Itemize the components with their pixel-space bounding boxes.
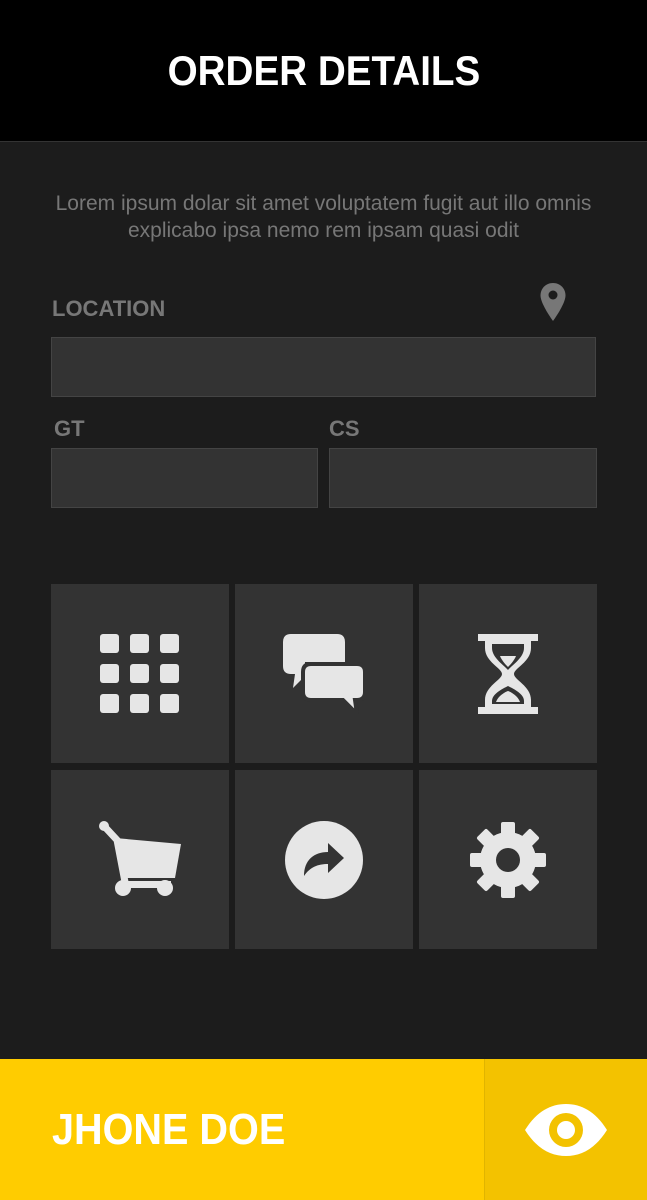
header-bar: ORDER DETAILS bbox=[0, 0, 647, 142]
menu-tile-history[interactable] bbox=[419, 584, 597, 763]
cs-label: CS bbox=[329, 416, 360, 441]
location-label: LOCATION bbox=[52, 296, 166, 321]
menu-tile-apps[interactable] bbox=[51, 584, 229, 763]
gear-icon bbox=[470, 821, 546, 898]
view-button[interactable] bbox=[484, 1059, 647, 1200]
hourglass-icon bbox=[478, 633, 538, 714]
share-icon bbox=[285, 820, 363, 899]
location-pin-icon[interactable] bbox=[539, 282, 567, 322]
eye-icon bbox=[525, 1103, 607, 1156]
gt-input[interactable] bbox=[51, 448, 318, 508]
footer-bar: JHONE DOE bbox=[0, 1059, 647, 1200]
intro-text: Lorem ipsum dolar sit amet voluptatem fu… bbox=[55, 192, 592, 242]
cs-input[interactable] bbox=[329, 448, 597, 508]
grid-icon bbox=[100, 633, 179, 713]
chat-icon bbox=[283, 633, 365, 714]
user-name: JHONE DOE bbox=[52, 1104, 286, 1154]
page-title: ORDER DETAILS bbox=[167, 46, 480, 94]
menu-tile-cart[interactable] bbox=[51, 770, 229, 949]
menu-tile-messages[interactable] bbox=[235, 584, 413, 763]
gt-label: GT bbox=[54, 416, 85, 441]
location-input[interactable] bbox=[51, 337, 596, 397]
menu-tile-settings[interactable] bbox=[419, 770, 597, 949]
cart-icon bbox=[99, 820, 181, 896]
menu-tile-share[interactable] bbox=[235, 770, 413, 949]
